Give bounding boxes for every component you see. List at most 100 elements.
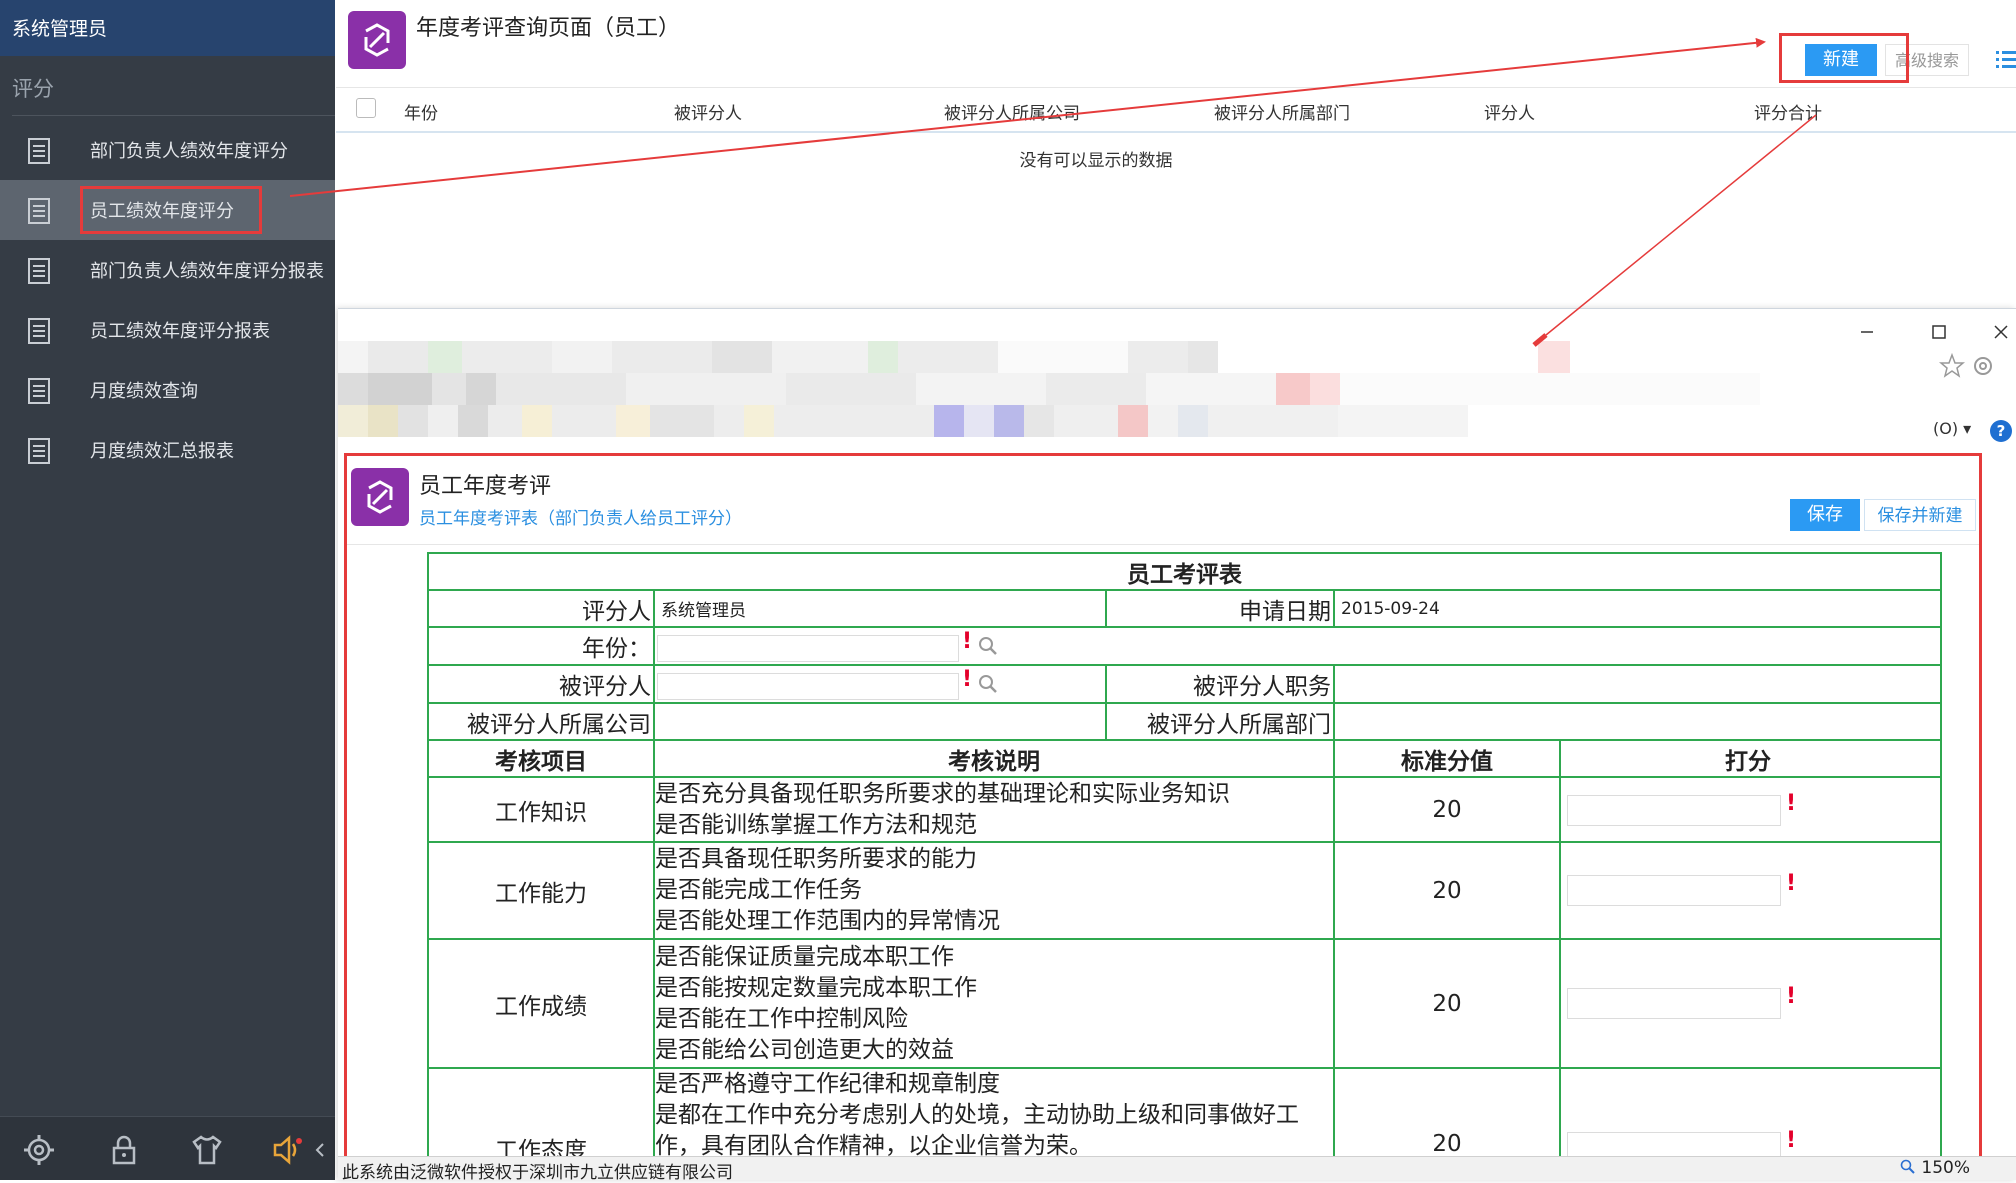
search-icon[interactable] [977,635,999,657]
empty-state-message: 没有可以显示的数据 [1019,151,1173,171]
browser-menu-o[interactable]: (O) ▾ [1933,419,1971,438]
score-cell: ! [1561,940,1935,1067]
speaker-icon[interactable] [270,1133,304,1167]
app-logo [348,11,406,69]
sidebar-item-employee-annual[interactable]: 员工绩效年度评分 [0,180,335,240]
maximize-icon[interactable] [1928,321,1950,343]
sidebar-item-monthly-query[interactable]: 月度绩效查询 [0,360,335,420]
help-icon[interactable]: ? [1989,419,2013,443]
apply-date-value: 2015-09-24 [1341,598,1440,619]
list-menu-icon[interactable] [1996,48,2016,70]
header-item: 考核项目 [429,741,655,776]
description-line: 是否能完成工作任务 [655,877,862,903]
header-standard-score: 标准分值 [1335,741,1561,776]
select-all-checkbox[interactable] [356,98,376,118]
settings-gear-icon[interactable] [1970,353,1996,379]
column-header-ratee-dept[interactable]: 被评分人所属部门 [1214,99,1350,124]
svg-text:?: ? [1997,422,2006,440]
sidebar-item-dept-head-annual[interactable]: 部门负责人绩效年度评分 [0,120,335,180]
description-line: 是否能给公司创造更大的效益 [655,1036,954,1063]
description-line: 是否严格遵守工作纪律和规章制度 [655,1071,1000,1097]
zoom-icon [1900,1159,1915,1174]
description-line: 是否具备现任职务所要求的能力 [655,846,977,872]
zoom-level: 150% [1921,1158,1971,1178]
description-line: 是否能按规定数量完成本职工作 [655,974,977,1001]
eval-item-name: 工作知识 [429,778,655,841]
ratee-dept-label: 被评分人所属部门 [1107,704,1335,739]
column-header-ratee-company[interactable]: 被评分人所属公司 [944,99,1080,124]
score-input[interactable] [1567,988,1781,1019]
app-logo [351,468,409,526]
standard-score-value: 20 [1335,940,1561,1067]
required-marker: ! [1786,1128,1797,1153]
year-input[interactable] [657,635,959,662]
eval-item-name: 工作成绩 [429,940,655,1067]
current-user-name[interactable]: 系统管理员 [0,0,335,56]
description-line: 是否能在工作中控制风险 [655,1005,908,1032]
license-text: 此系统由泛微软件授权于深圳市九立供应链有限公司 [342,1163,733,1183]
blurred-address-bar [338,373,1760,405]
apply-date-label: 申请日期 [1107,591,1335,626]
zoom-control[interactable]: 150% [1900,1158,1970,1178]
description-line: 是否能处理工作范围内的异常情况 [655,908,1000,934]
column-header-rater[interactable]: 评分人 [1484,99,1535,124]
standard-score-value: 20 [1335,1069,1561,1160]
table-row: 工作态度 是否严格遵守工作纪律和规章制度 是都在工作中充分考虑别人的处境，主动协… [429,1069,1940,1160]
close-icon[interactable] [1990,321,2012,343]
ratee-dept-value [1335,704,1935,739]
sidebar-item-monthly-summary[interactable]: 月度绩效汇总报表 [0,420,335,480]
column-header-year[interactable]: 年份 [404,99,438,124]
sidebar-item-dept-head-report[interactable]: 部门负责人绩效年度评分报表 [0,240,335,300]
sidebar-item-label: 月度绩效汇总报表 [90,441,234,462]
collapse-arrow-icon[interactable] [312,1133,328,1167]
rater-value: 系统管理员 [655,591,1107,626]
minimize-icon[interactable] [1856,321,1878,343]
save-and-new-button[interactable]: 保存并新建 [1864,499,1976,531]
page-title: 年度考评查询页面（员工） [416,16,681,41]
score-input[interactable] [1567,795,1781,826]
column-header-ratee[interactable]: 被评分人 [674,99,742,124]
eval-item-name: 工作能力 [429,843,655,938]
required-marker: ! [1786,871,1797,896]
blurred-bookmark-bar [338,405,1468,437]
lock-icon[interactable] [107,1133,141,1167]
star-icon[interactable] [1938,352,1965,379]
column-header-total[interactable]: 评分合计 [1754,99,1822,124]
year-field-cell: ! [655,628,1935,664]
ratee-input[interactable] [657,673,959,700]
form-row-company: 被评分人所属公司 被评分人所属部门 [429,704,1940,741]
sidebar-item-employee-report[interactable]: 员工绩效年度评分报表 [0,300,335,360]
sidebar-item-label: 月度绩效查询 [90,381,198,402]
sidebar-section-title[interactable]: 评分 [12,56,335,116]
annotation-highlight-box [1779,33,1909,83]
popup-window: (O) ▾ ? 员工年度考评 员工年度考评表（部门负责人给员工评分） 保存 保存… [338,308,2016,1180]
document-icon [28,138,50,164]
eval-item-description: 是否充分具备现任职务所要求的基础理论和实际业务知识 是否能训练掌握工作方法和规范 [655,778,1335,841]
ratee-field-cell: ! [655,666,1107,702]
save-button[interactable]: 保存 [1790,499,1860,531]
search-icon[interactable] [977,673,999,695]
workflow-icon [364,23,390,57]
required-marker: ! [1786,791,1797,816]
eval-form-title: 员工考评表 [429,554,1940,591]
document-icon [28,378,50,404]
gear-icon[interactable] [22,1133,56,1167]
header-divider [347,544,1979,545]
shirt-icon[interactable] [190,1133,224,1167]
score-input[interactable] [1567,875,1781,906]
ratee-company-value [655,704,1107,739]
evaluation-form-table: 员工考评表 评分人 系统管理员 申请日期 2015-09-24 年份： ! 被评… [427,552,1942,1160]
sidebar-menu: 部门负责人绩效年度评分 员工绩效年度评分 部门负责人绩效年度评分报表 员工绩效年… [0,120,335,480]
sidebar: 系统管理员 评分 部门负责人绩效年度评分 员工绩效年度评分 部门负责人绩效年度评… [0,0,335,1180]
description-line: 是否能保证质量完成本职工作 [655,943,954,970]
sidebar-item-label: 部门负责人绩效年度评分 [90,141,288,162]
table-row: 工作知识 是否充分具备现任职务所要求的基础理论和实际业务知识 是否能训练掌握工作… [429,778,1940,843]
eval-item-description: 是否具备现任职务所要求的能力 是否能完成工作任务 是否能处理工作范围内的异常情况 [655,843,1335,938]
score-cell: ! [1561,1069,1935,1160]
list-table-header: 年份 被评分人 被评分人所属公司 被评分人所属部门 评分人 评分合计 [336,87,2016,133]
form-title: 员工年度考评 [419,474,552,499]
required-marker: ! [962,629,973,654]
score-cell: ! [1561,843,1935,938]
document-icon [28,258,50,284]
document-icon [28,438,50,464]
